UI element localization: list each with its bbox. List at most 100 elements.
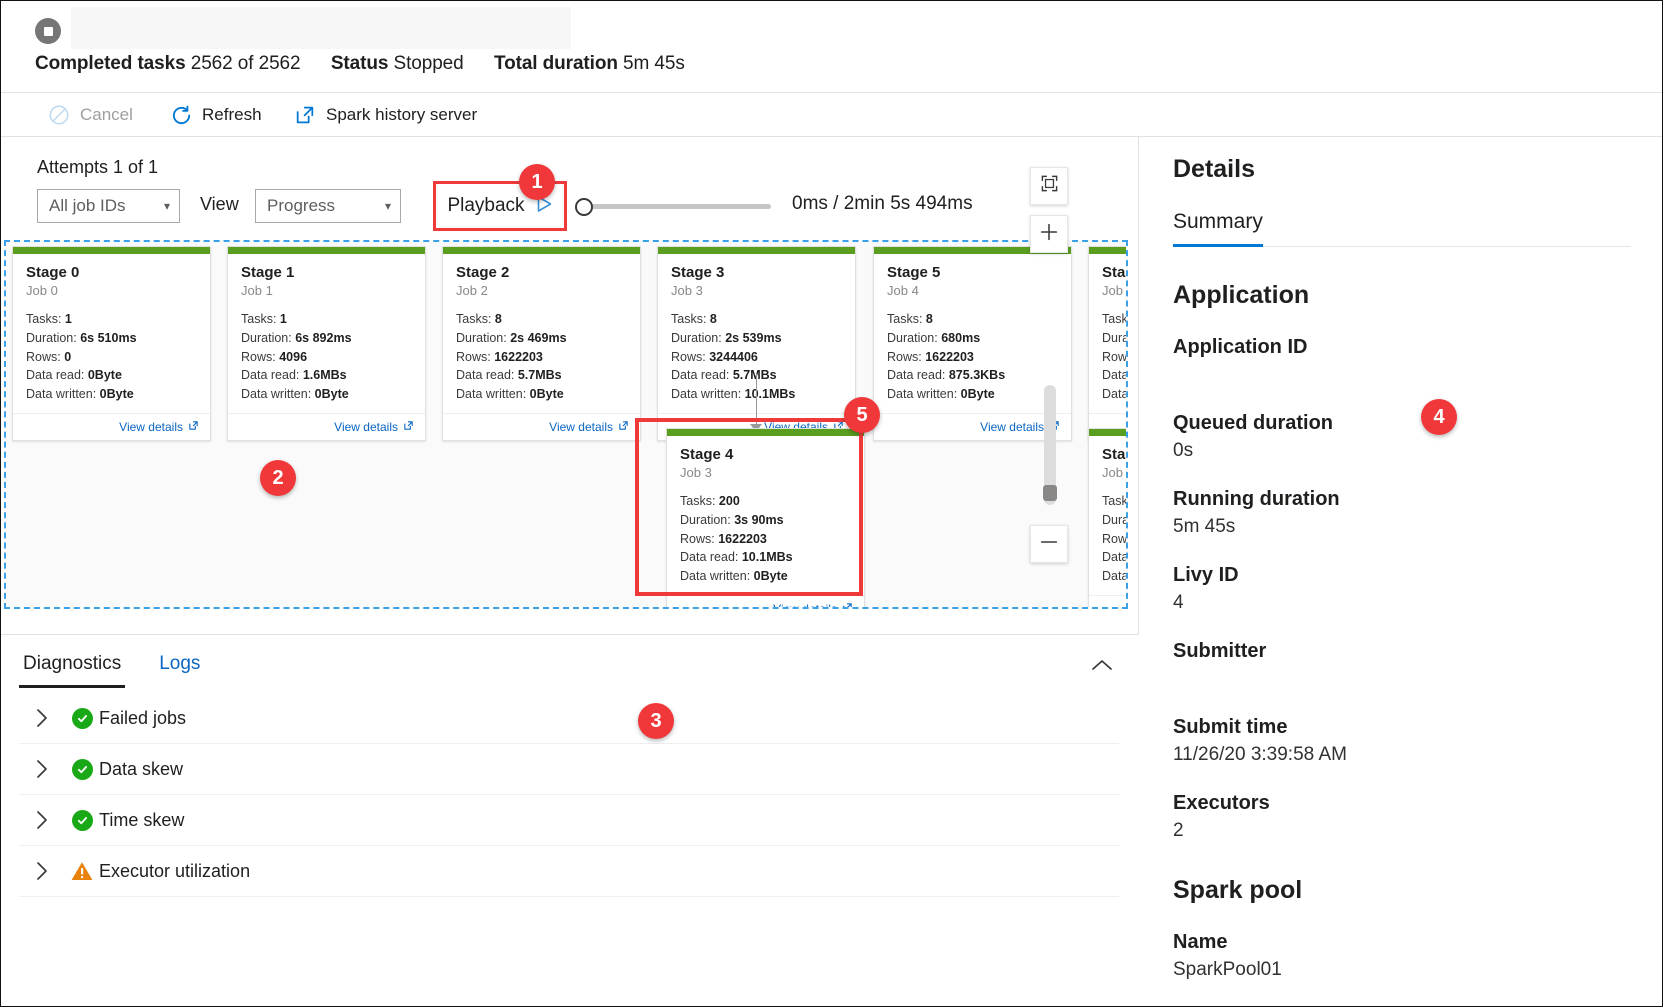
stage-stats: Tasks: 8 Duration: 680ms Rows: 1622203 D… bbox=[887, 310, 1058, 404]
data-written-label: Data written: bbox=[1102, 387, 1128, 401]
chevron-right-icon[interactable] bbox=[19, 809, 65, 831]
view-details-link[interactable]: View details bbox=[334, 420, 398, 434]
stage-title: Stage 0 bbox=[26, 264, 80, 281]
stage-title: Stage 5 bbox=[887, 264, 941, 281]
data-written-value: 0Byte bbox=[529, 387, 564, 401]
stage-card-footer: View details bbox=[228, 412, 425, 440]
chevron-right-icon[interactable] bbox=[19, 860, 65, 882]
job-ids-dropdown[interactable]: All job IDs ▾ bbox=[37, 189, 180, 223]
diagnostics-row-label: Data skew bbox=[99, 758, 184, 779]
zoom-out-button[interactable] bbox=[1030, 525, 1068, 563]
duration-label: Duration: bbox=[1102, 512, 1128, 527]
stage-card-footer: View details bbox=[667, 594, 864, 607]
diagnostics-row-failed-jobs[interactable]: Failed jobs bbox=[19, 693, 1119, 744]
playback-label: Playback bbox=[447, 195, 525, 216]
data-written-label: Data written: bbox=[680, 569, 751, 583]
view-dropdown[interactable]: Progress ▾ bbox=[255, 189, 401, 223]
data-read-value: 5.7MBs bbox=[517, 368, 562, 383]
tasks-label: Tasks: bbox=[456, 312, 492, 326]
tab-logs[interactable]: Logs bbox=[155, 647, 204, 688]
field-label-livy-id: Livy ID bbox=[1173, 564, 1239, 586]
tab-summary[interactable]: Summary bbox=[1173, 210, 1263, 247]
diagnostics-row-data-skew[interactable]: Data skew bbox=[19, 744, 1119, 795]
stage-card[interactable]: Stage 4 Job 3 Tasks: 200 Duration: 3s 90… bbox=[666, 428, 865, 607]
status-bar: Completed tasks 2562 of 2562 Status Stop… bbox=[1, 1, 1662, 93]
stage-title: Stage 1 bbox=[241, 264, 295, 281]
stage-stats: Tasks: 1 Duration: 6s 892ms Rows: 4096 D… bbox=[241, 310, 412, 404]
diagnostics-panel: Diagnostics Logs Failed jobs Data skew T… bbox=[1, 634, 1139, 1006]
field-label-running-duration: Running duration bbox=[1173, 488, 1340, 510]
stage-card[interactable]: Stage 1 Job 1 Tasks: 1 Duration: 6s 892m… bbox=[227, 246, 426, 441]
stage-card[interactable]: Stage 5 Job 4 Tasks: 8 Duration: 680ms R… bbox=[873, 246, 1072, 441]
diagnostics-list: Failed jobs Data skew Time skew Executor… bbox=[19, 693, 1119, 897]
playback-slider-thumb[interactable] bbox=[575, 198, 593, 216]
fit-to-screen-button[interactable] bbox=[1030, 167, 1068, 205]
stage-card[interactable]: Stage 2 Job 2 Tasks: 8 Duration: 2s 469m… bbox=[442, 246, 641, 441]
data-written-value: 10.1MBs bbox=[744, 387, 796, 401]
collapse-diagnostics-button[interactable] bbox=[1087, 653, 1117, 683]
playback-time: 0ms / 2min 5s 494ms bbox=[792, 193, 973, 214]
view-label: View bbox=[200, 194, 239, 214]
total-duration-label: Total duration bbox=[493, 53, 618, 74]
refresh-button[interactable]: Refresh bbox=[169, 93, 262, 137]
view-details-link[interactable]: View details bbox=[980, 420, 1044, 434]
diagnostics-tabs: Diagnostics Logs bbox=[19, 647, 204, 688]
chevron-right-icon[interactable] bbox=[19, 758, 65, 780]
stage-status-bar bbox=[658, 247, 855, 254]
view-details-link[interactable]: View details bbox=[773, 602, 837, 607]
rows-label: Rows: bbox=[1102, 349, 1128, 364]
cancel-button[interactable]: Cancel bbox=[47, 93, 133, 137]
zoom-slider[interactable] bbox=[1043, 385, 1057, 505]
stage-card-footer: View details bbox=[443, 412, 640, 440]
stage-card[interactable]: Stage 7 Job 5 Tasks: 1 Duration: Rows: 9… bbox=[1088, 428, 1128, 607]
stage-graph-canvas[interactable]: Stage 0 Job 0 Tasks: 1 Duration: 6s 510m… bbox=[4, 240, 1128, 609]
field-label-application-id: Application ID bbox=[1173, 336, 1308, 358]
rows-label: Rows: bbox=[26, 349, 61, 364]
field-value-application-id bbox=[1173, 364, 1662, 386]
tab-diagnostics[interactable]: Diagnostics bbox=[19, 647, 126, 688]
tasks-label: Tasks: bbox=[1102, 312, 1128, 326]
tasks-value: 8 bbox=[925, 312, 933, 326]
data-written-label: Data written: bbox=[887, 387, 958, 401]
stage-card[interactable]: Stage 0 Job 0 Tasks: 1 Duration: 6s 510m… bbox=[12, 246, 211, 441]
stage-title: Stage 4 bbox=[680, 446, 734, 463]
chevron-right-icon[interactable] bbox=[19, 707, 65, 729]
playback-slider-track bbox=[587, 204, 771, 209]
application-section-heading: Application bbox=[1173, 281, 1310, 309]
stage-stats: Tasks: 8 Duration: 2s 469ms Rows: 162220… bbox=[456, 310, 627, 404]
data-read-label: Data read: bbox=[26, 368, 85, 383]
data-read-value: 1.6MBs bbox=[302, 368, 347, 383]
stage-status-bar bbox=[228, 247, 425, 254]
tasks-label: Tasks: bbox=[680, 494, 716, 508]
callout-3: 3 bbox=[638, 703, 674, 739]
details-tabs: Summary bbox=[1173, 210, 1662, 247]
refresh-icon bbox=[169, 103, 193, 127]
status-ok-icon bbox=[65, 707, 99, 729]
diagnostics-row-label: Time skew bbox=[99, 809, 185, 830]
diagnostics-row-time-skew[interactable]: Time skew bbox=[19, 795, 1119, 846]
spark-history-server-button[interactable]: Spark history server bbox=[293, 93, 477, 137]
stage-status-bar bbox=[667, 429, 864, 436]
stage-status-bar bbox=[13, 247, 210, 254]
cancel-label: Cancel bbox=[80, 105, 133, 124]
playback-slider[interactable] bbox=[575, 198, 771, 216]
view-details-link[interactable]: View details bbox=[119, 420, 183, 434]
diagnostics-row-executor-utilization[interactable]: Executor utilization bbox=[19, 846, 1119, 897]
stage-card[interactable]: Stage 6 Job 5 Tasks: 8 Duration: Rows: 2… bbox=[1088, 246, 1128, 441]
stage-stats: Tasks: 200 Duration: 3s 90ms Rows: 16222… bbox=[680, 492, 851, 586]
stage-job: Job 3 bbox=[680, 465, 712, 480]
rows-value: 4096 bbox=[279, 349, 308, 364]
chevron-up-icon bbox=[1090, 658, 1114, 679]
data-read-label: Data read: bbox=[241, 368, 300, 383]
zoom-slider-thumb[interactable] bbox=[1043, 485, 1057, 501]
tasks-value: 8 bbox=[709, 312, 717, 326]
view-details-link[interactable]: View details bbox=[549, 420, 613, 434]
callout-5: 5 bbox=[844, 397, 880, 433]
data-written-label: Data written: bbox=[241, 387, 312, 401]
tasks-value: 1 bbox=[64, 312, 72, 326]
stage-job: Job 5 bbox=[1102, 465, 1126, 480]
field-value-submit-time: 11/26/20 3:39:58 AM bbox=[1173, 744, 1347, 765]
chevron-down-icon: ▾ bbox=[163, 199, 170, 213]
zoom-in-button[interactable] bbox=[1030, 215, 1068, 253]
status-value: Stopped bbox=[393, 53, 464, 74]
